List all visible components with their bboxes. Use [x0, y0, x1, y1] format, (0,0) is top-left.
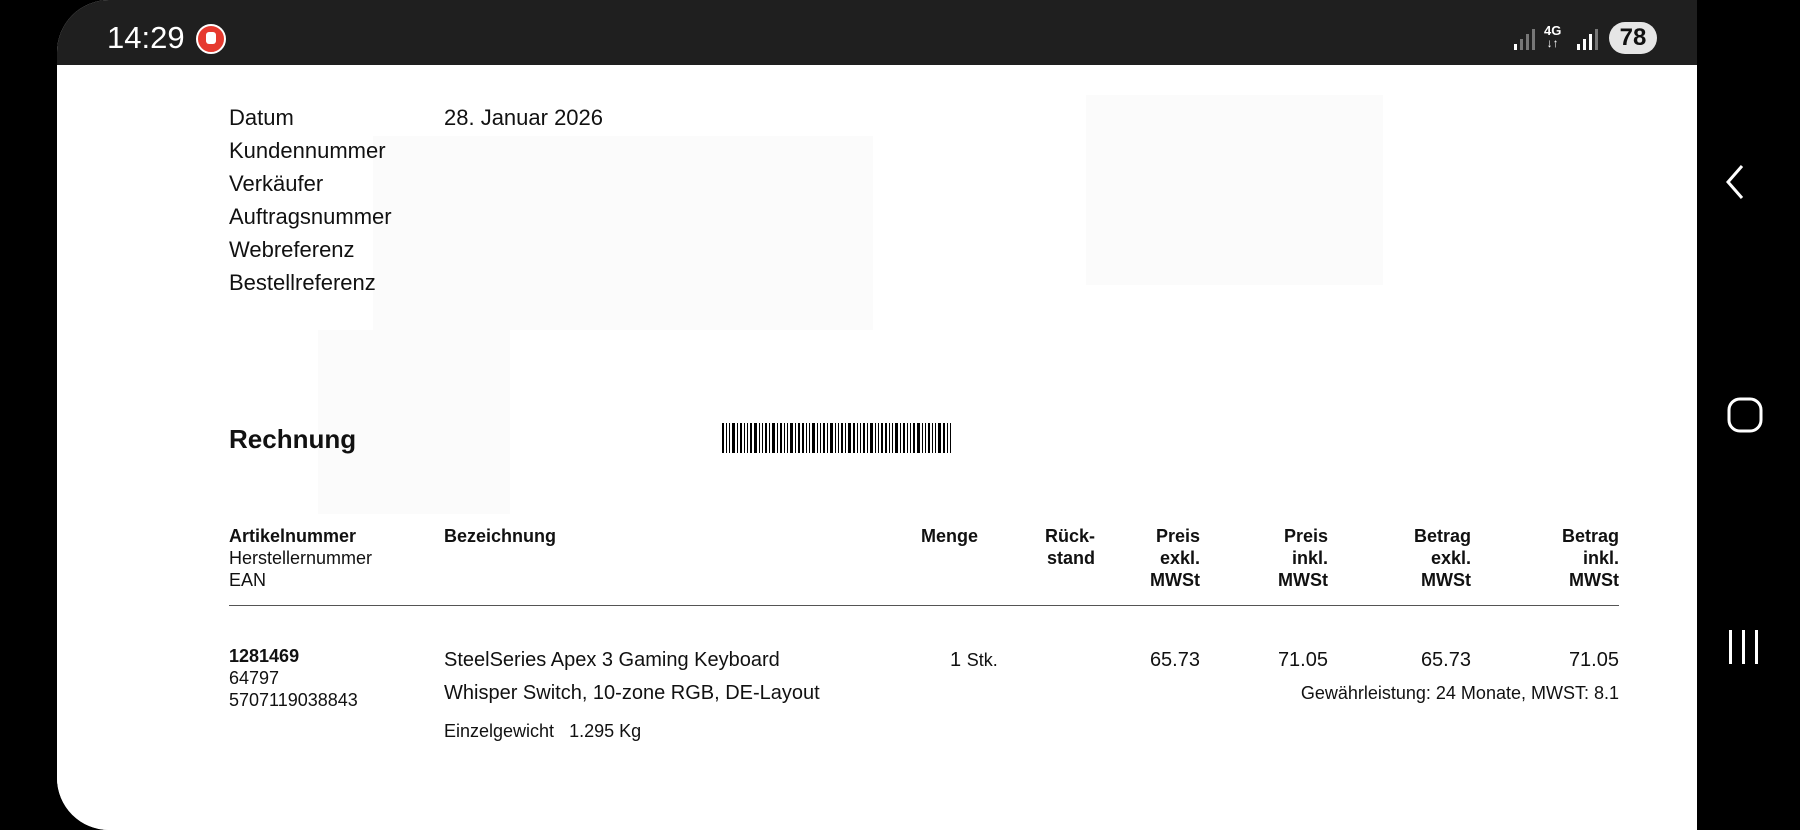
app-notification-icon: [196, 24, 226, 54]
redacted-area: [1086, 95, 1383, 285]
date-value: 28. Januar 2026: [444, 105, 604, 130]
header-price-incl: Preis inkl. MWSt: [1278, 526, 1328, 590]
header-backorder: Rück- stand: [1044, 526, 1095, 568]
info-label-datum: Datum: [229, 105, 294, 130]
item-price-excl: 65.73: [1149, 649, 1200, 671]
item-description-line2: Whisper Switch, 10-zone RGB, DE-Layout: [444, 682, 820, 704]
header-quantity: Menge: [921, 526, 979, 546]
info-label-auftragsnummer: Auftragsnummer: [229, 204, 392, 229]
item-warranty: Gewährleistung: 24 Monate, MWST: 8.1: [1300, 683, 1619, 703]
invoice-document[interactable]: Datum Kundennummer Verkäufer Auftragsnum…: [57, 65, 1697, 830]
battery-indicator: 78: [1609, 22, 1657, 54]
header-description: Bezeichnung: [444, 526, 557, 546]
header-amount-excl: Betrag exkl. MWSt: [1413, 526, 1471, 590]
info-label-bestellreferenz: Bestellreferenz: [229, 270, 376, 295]
signal-icon: [1514, 29, 1535, 50]
item-amount-excl: 65.73: [1420, 649, 1471, 671]
network-type-indicator: 4G ↓↑: [1544, 23, 1562, 50]
info-label-kundennummer: Kundennummer: [229, 138, 386, 163]
item-amount-incl: 71.05: [1568, 649, 1619, 671]
info-label-verkaeufer: Verkäufer: [229, 171, 324, 196]
signal-icon-secondary: [1577, 29, 1598, 50]
table-row-article: 1281469 64797 5707119038843: [229, 646, 358, 710]
redacted-area: [373, 136, 873, 330]
status-bar: 14:29 4G ↓↑ 78: [57, 0, 1697, 65]
header-amount-incl: Betrag inkl. MWSt: [1561, 526, 1619, 590]
status-time: 14:29: [107, 20, 185, 55]
header-price-excl: Preis exkl. MWSt: [1150, 526, 1200, 590]
item-quantity: 1 Stk.: [950, 649, 998, 671]
item-description-line1: SteelSeries Apex 3 Gaming Keyboard: [444, 649, 780, 671]
item-weight: Einzelgewicht 1.295 Kg: [444, 721, 642, 741]
info-label-webreferenz: Webreferenz: [229, 237, 355, 262]
item-price-incl: 71.05: [1277, 649, 1328, 671]
document-title: Rechnung: [229, 424, 357, 454]
table-divider: [229, 605, 1619, 606]
recents-icon[interactable]: [1726, 628, 1762, 666]
phone-screen: 14:29 4G ↓↑ 78 Datum Kundennummer Verkäu…: [57, 0, 1697, 830]
home-icon[interactable]: [1726, 396, 1764, 434]
header-article: Artikelnummer Herstellernummer EAN: [229, 526, 373, 590]
barcode: [722, 423, 1034, 453]
back-icon[interactable]: [1720, 162, 1750, 202]
redacted-area: [318, 330, 510, 514]
